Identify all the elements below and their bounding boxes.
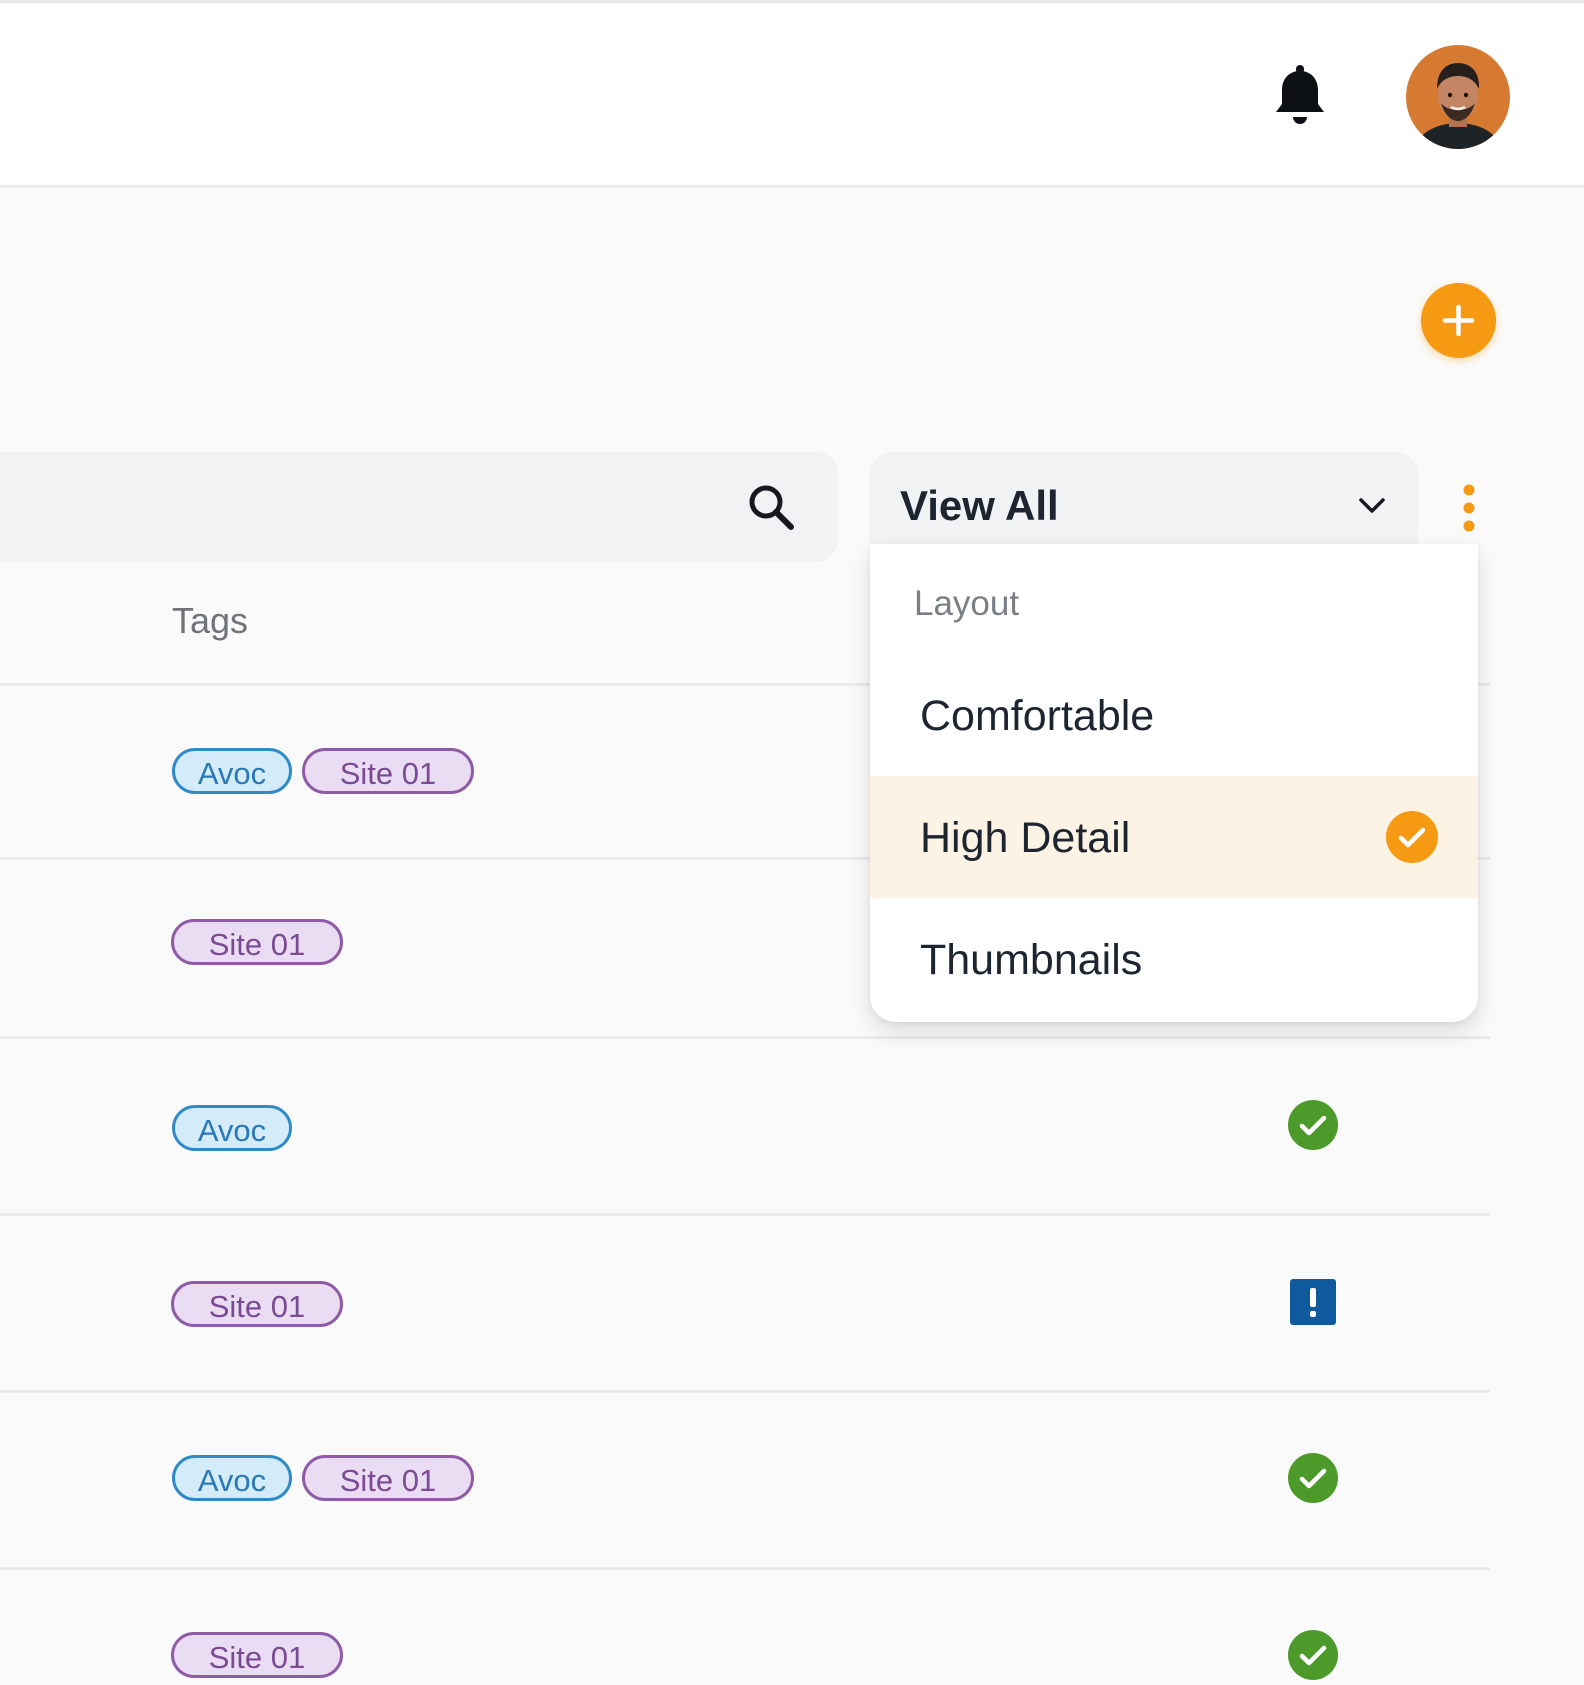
view-filter-value: View All bbox=[900, 482, 1059, 529]
column-header-tags: Tags bbox=[172, 600, 249, 641]
row-divider bbox=[0, 1567, 1490, 1570]
user-avatar[interactable] bbox=[1406, 45, 1510, 149]
search-icon[interactable] bbox=[744, 480, 800, 536]
menu-item-high-detail[interactable]: High Detail bbox=[870, 776, 1478, 898]
status-success-icon bbox=[1288, 1630, 1338, 1680]
row-divider bbox=[0, 1390, 1490, 1393]
status-success-icon bbox=[1288, 1453, 1338, 1503]
layout-menu-heading: Layout bbox=[914, 584, 1020, 623]
row-divider bbox=[0, 1036, 1490, 1039]
bell-icon[interactable] bbox=[1272, 65, 1328, 129]
tag-site[interactable]: Site 01 bbox=[171, 1281, 343, 1327]
status-alert-icon bbox=[1290, 1279, 1336, 1325]
tag-site[interactable]: Site 01 bbox=[171, 919, 343, 965]
menu-item-comfortable[interactable]: Comfortable bbox=[870, 654, 1478, 776]
add-button[interactable] bbox=[1421, 283, 1496, 358]
kebab-vertical-icon[interactable] bbox=[1454, 480, 1484, 536]
menu-item-thumbnails[interactable]: Thumbnails bbox=[870, 898, 1478, 1020]
app-header bbox=[0, 3, 1584, 188]
tag-avoc[interactable]: Avoc bbox=[172, 748, 292, 794]
row-divider bbox=[0, 1213, 1490, 1216]
chevron-down-icon bbox=[1354, 488, 1390, 524]
tag-site[interactable]: Site 01 bbox=[302, 1455, 474, 1501]
layout-menu: Layout Comfortable High Detail Thumbnail… bbox=[870, 544, 1478, 1022]
menu-item-label: High Detail bbox=[920, 814, 1131, 862]
plus-icon bbox=[1442, 304, 1475, 337]
status-success-icon bbox=[1288, 1100, 1338, 1150]
check-circle-icon bbox=[1386, 811, 1438, 863]
tag-avoc[interactable]: Avoc bbox=[172, 1105, 292, 1151]
menu-item-label: Thumbnails bbox=[920, 936, 1143, 984]
search-input[interactable] bbox=[0, 452, 838, 562]
menu-item-label: Comfortable bbox=[920, 692, 1155, 740]
tag-site[interactable]: Site 01 bbox=[302, 748, 474, 794]
tag-avoc[interactable]: Avoc bbox=[172, 1455, 292, 1501]
tag-site[interactable]: Site 01 bbox=[171, 1632, 343, 1678]
